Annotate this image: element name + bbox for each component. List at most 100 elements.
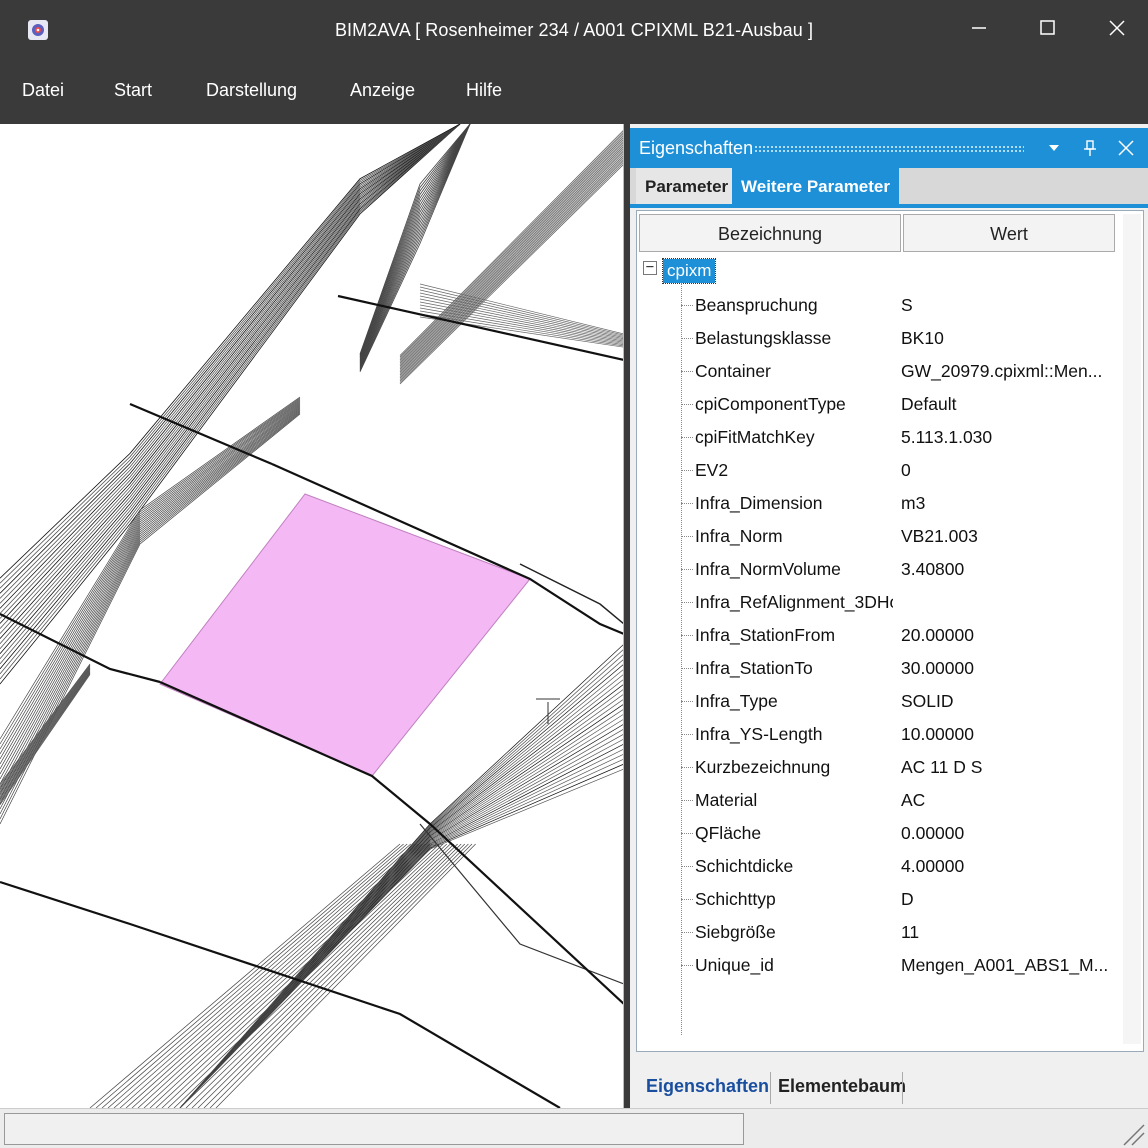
collapse-toggle-icon[interactable]: −: [643, 260, 657, 275]
property-value[interactable]: Default: [901, 394, 1113, 415]
property-name: Infra_StationTo: [695, 658, 813, 678]
property-row[interactable]: Schichttyp D: [637, 883, 1117, 916]
maximize-button[interactable]: [1025, 10, 1071, 46]
panel-menu-button[interactable]: [1042, 136, 1066, 160]
bottom-tabs: Eigenschaften Elementebaum: [630, 1068, 1148, 1108]
property-row[interactable]: Belastungsklasse BK10: [637, 322, 1117, 355]
menu-darstellung[interactable]: Darstellung: [206, 80, 297, 101]
property-value[interactable]: 11: [901, 922, 1113, 943]
property-value[interactable]: AC: [901, 790, 1113, 811]
property-row[interactable]: Infra_Type SOLID: [637, 685, 1117, 718]
property-value[interactable]: Mengen_A001_ABS1_M...: [901, 955, 1113, 976]
tab-parameter[interactable]: Parameter: [636, 168, 738, 204]
tree-connector: [681, 470, 693, 471]
property-value[interactable]: S: [901, 295, 1113, 316]
property-row[interactable]: Schichtdicke 4.00000: [637, 850, 1117, 883]
menu-hilfe[interactable]: Hilfe: [466, 80, 502, 101]
property-row[interactable]: Infra_NormVolume 3.40800: [637, 553, 1117, 586]
close-window-button[interactable]: [1094, 10, 1140, 46]
property-name: Infra_Type: [695, 691, 778, 711]
property-name: EV2: [695, 460, 729, 480]
selected-layer-element[interactable]: [159, 493, 531, 777]
panel-header: Eigenschaften: [630, 128, 1148, 168]
property-value[interactable]: BK10: [901, 328, 1113, 349]
property-value[interactable]: 30.00000: [901, 658, 1113, 679]
property-row[interactable]: EV2 0: [637, 454, 1117, 487]
property-value[interactable]: 0: [901, 460, 1113, 481]
maximize-icon: [1040, 20, 1055, 35]
property-name: cpiComponentType: [695, 394, 846, 414]
tree-connector: [681, 536, 693, 537]
vertical-scrollbar[interactable]: [1123, 214, 1141, 1044]
tree-connector: [681, 503, 693, 504]
property-name: Kurzbezeichnung: [695, 757, 831, 777]
property-row[interactable]: Infra_StationTo 30.00000: [637, 652, 1117, 685]
property-name: Beanspruchung: [695, 295, 818, 315]
tree-connector: [681, 965, 693, 966]
property-value[interactable]: VB21.003: [901, 526, 1113, 547]
property-row[interactable]: QFläche 0.00000: [637, 817, 1117, 850]
property-name: Material: [695, 790, 758, 810]
property-value[interactable]: D: [901, 889, 1113, 910]
title-bar: BIM2AVA [ Rosenheimer 234 / A001 CPIXML …: [0, 0, 1148, 62]
tree-connector: [681, 668, 693, 669]
property-name: Schichtdicke: [695, 856, 794, 876]
property-row[interactable]: Infra_RefAlignment_3DHoriz: [637, 586, 1117, 619]
menu-anzeige[interactable]: Anzeige: [350, 80, 415, 101]
tab-eigenschaften[interactable]: Eigenschaften: [646, 1076, 769, 1097]
property-row[interactable]: Container GW_20979.cpixml::Men...: [637, 355, 1117, 388]
tree-connector: [681, 833, 693, 834]
property-value[interactable]: 5.113.1.030: [901, 427, 1113, 448]
panel-title: Eigenschaften: [639, 138, 754, 158]
tree-connector: [681, 305, 693, 306]
tree-connector: [681, 734, 693, 735]
resize-grip-icon[interactable]: [1118, 1119, 1146, 1147]
property-row[interactable]: Beanspruchung S: [637, 289, 1117, 322]
property-name: Container: [695, 361, 771, 381]
property-name: Infra_NormVolume: [695, 559, 841, 579]
panel-pin-button[interactable]: [1078, 136, 1102, 160]
property-row[interactable]: cpiComponentType Default: [637, 388, 1117, 421]
property-value[interactable]: 4.00000: [901, 856, 1113, 877]
property-row[interactable]: Kurzbezeichnung AC 11 D S: [637, 751, 1117, 784]
tree-connector: [681, 371, 693, 372]
column-header-bezeichnung[interactable]: Bezeichnung: [639, 214, 901, 252]
tree-connector: [681, 899, 693, 900]
minimize-icon: [972, 27, 986, 29]
property-value[interactable]: GW_20979.cpixml::Men...: [901, 361, 1113, 382]
property-row[interactable]: Infra_YS-Length 10.00000: [637, 718, 1117, 751]
tab-elementebaum[interactable]: Elementebaum: [778, 1076, 906, 1097]
property-value[interactable]: m3: [901, 493, 1113, 514]
property-row[interactable]: Infra_Dimension m3: [637, 487, 1117, 520]
property-value[interactable]: 10.00000: [901, 724, 1113, 745]
panel-drag-grip[interactable]: [754, 145, 1024, 153]
property-name: Infra_YS-Length: [695, 724, 823, 744]
menu-datei[interactable]: Datei: [22, 80, 64, 101]
property-grid[interactable]: Bezeichnung Wert − cpixm Beanspruchung S B…: [636, 210, 1144, 1052]
property-row[interactable]: cpiFitMatchKey 5.113.1.030: [637, 421, 1117, 454]
menu-start[interactable]: Start: [114, 80, 152, 101]
property-name: Infra_StationFrom: [695, 625, 836, 645]
panel-close-button[interactable]: [1114, 136, 1138, 160]
chevron-down-icon: [1049, 145, 1059, 151]
property-row[interactable]: Unique_id Mengen_A001_ABS1_M...: [637, 949, 1117, 982]
3d-viewport[interactable]: [0, 124, 624, 1108]
tree-connector: [681, 635, 693, 636]
property-value[interactable]: SOLID: [901, 691, 1113, 712]
minimize-button[interactable]: [956, 10, 1002, 46]
tree-node-cpixm[interactable]: cpixm: [661, 258, 717, 284]
property-value[interactable]: 3.40800: [901, 559, 1113, 580]
status-bar: [0, 1108, 1148, 1148]
property-value[interactable]: 20.00000: [901, 625, 1113, 646]
property-row[interactable]: Infra_Norm VB21.003: [637, 520, 1117, 553]
property-row[interactable]: Material AC: [637, 784, 1117, 817]
road-model-wireframe[interactable]: [0, 124, 624, 1108]
tab-underline: [630, 204, 1148, 208]
property-value[interactable]: 0.00000: [901, 823, 1113, 844]
column-header-wert[interactable]: Wert: [903, 214, 1115, 252]
property-row[interactable]: Infra_StationFrom 20.00000: [637, 619, 1117, 652]
property-value[interactable]: AC 11 D S: [901, 757, 1113, 778]
close-icon: [1118, 140, 1134, 156]
tab-weitere-parameter[interactable]: Weitere Parameter: [732, 168, 899, 204]
property-row[interactable]: Siebgröße 11: [637, 916, 1117, 949]
